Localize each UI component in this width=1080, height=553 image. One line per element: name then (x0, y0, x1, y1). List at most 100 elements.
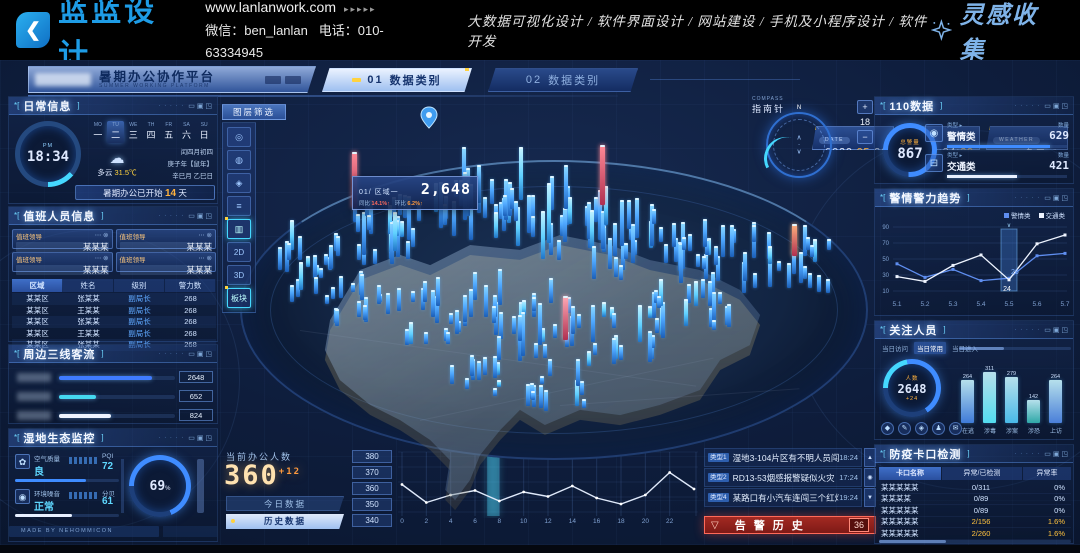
map-bar (768, 246, 772, 264)
checkpoint-row[interactable]: 某某某某某2/1561.6% (879, 517, 1071, 529)
target-icon[interactable]: ◈ (915, 422, 928, 435)
map-bar (411, 291, 415, 302)
layer-btn-signal[interactable]: ◍ (227, 150, 251, 170)
map-bar (357, 244, 361, 259)
table-row[interactable]: 某某区王某某副局长268 (12, 328, 216, 340)
map-bar (817, 275, 821, 292)
map-bar (518, 315, 522, 342)
table-row[interactable]: 某某区王某某副局长268 (12, 305, 216, 317)
checkpoint-row[interactable]: 某某某某某2/2601.6% (879, 528, 1071, 540)
panel-header-icons[interactable]: ▭ ▣ ◳ (188, 350, 212, 358)
panel-checkpoint: *[防疫卡口检测]· · · · ·▭ ▣ ◳ 卡口名称异常/已检测异常率 某某… (874, 444, 1074, 544)
duty-card[interactable]: 值班领导⋯ ⊗某某某 (12, 252, 113, 272)
flow-value: 2648 (179, 371, 213, 383)
layer-btn-3D[interactable]: 3D (227, 265, 251, 285)
map-pin-icon[interactable] (420, 106, 438, 130)
map-bar (619, 345, 623, 360)
checkpoint-scrollbar[interactable] (879, 540, 1071, 543)
tab-data-category-1[interactable]: 01数据类别 (322, 68, 472, 92)
panel-header-icons[interactable]: ▭ ▣ ◳ (1044, 326, 1068, 334)
tab-data-category-2[interactable]: 02数据类别 (488, 68, 638, 92)
map-bar (290, 285, 294, 302)
pawn-icon[interactable]: ♟ (932, 422, 945, 435)
history-data-button[interactable]: 历史数据 (226, 514, 344, 529)
warning-triangle-icon: ▽ (711, 520, 719, 531)
inspiration-collect[interactable]: 灵感收集 (931, 0, 1058, 65)
x-tick: 12 (541, 518, 555, 525)
layer-btn-板块[interactable]: 板块 (227, 288, 251, 308)
column-header[interactable]: 卡口名称 (879, 467, 941, 480)
map-bar (620, 200, 624, 245)
focus-tab[interactable]: 当日常用 (914, 342, 946, 354)
layer-btn-2D[interactable]: 2D (227, 242, 251, 262)
duty-card[interactable]: 值班领导⋯ ⊗某某某 (116, 229, 217, 249)
map-bar (635, 198, 639, 238)
zoom-in-button[interactable]: + (857, 100, 873, 114)
column-header[interactable]: 异常率 (1023, 467, 1071, 480)
focus-scrollbar[interactable] (959, 347, 1071, 350)
column-header[interactable]: 姓名 (63, 279, 114, 292)
noise-meter (69, 492, 99, 499)
map-bar (455, 310, 459, 334)
layer-btn-chart[interactable]: ▥ (227, 219, 251, 239)
alert-count-badge: 36 (849, 518, 869, 532)
map-bar (400, 221, 404, 237)
map-bar (563, 208, 567, 243)
checkpoint-row[interactable]: 某某某某0/890% (879, 494, 1071, 506)
table-row[interactable]: 某某区张某某副局长268 (12, 293, 216, 305)
alert-history-banner[interactable]: ▽ 告警历史 36 (704, 516, 876, 534)
contact-block: www.lanlanwork.com▸▸▸▸▸ 微信：ben_lanlan 电话… (205, 0, 429, 64)
map-bar (612, 338, 616, 364)
today-data-button[interactable]: 今日数据 (226, 496, 344, 511)
alert-row[interactable]: 类型4某路口有小汽车连闯三个红灯19:24 (704, 488, 862, 507)
map-bar (498, 269, 502, 305)
checkpoint-row[interactable]: 某某某某某0/890% (879, 505, 1071, 517)
slider-track[interactable] (121, 459, 124, 513)
slider-thumb[interactable] (197, 459, 204, 513)
edit-icon[interactable]: ✎ (898, 422, 911, 435)
map-bar (712, 292, 716, 322)
panel-header-icons[interactable]: ▭ ▣ ◳ (188, 434, 212, 442)
title-chips (265, 76, 301, 84)
panel-header-icons[interactable]: ▭ ▣ ◳ (1044, 194, 1068, 202)
checkpoint-table-body: 某某某某某0/3110%某某某某0/890%某某某某某0/890%某某某某某2/… (879, 482, 1071, 540)
eco-gauge: 69% (129, 455, 191, 517)
flow-row: 2648 (9, 371, 219, 385)
x-tick: 4 (444, 518, 458, 525)
gem-icon[interactable]: ◆ (881, 422, 894, 435)
map-bar (497, 336, 501, 360)
svg-text:90: 90 (882, 225, 889, 231)
map-bar (514, 201, 518, 221)
column-header[interactable]: 异常/已检测 (942, 467, 1022, 480)
made-by-note: MADE BY NEHOMMICON (9, 526, 159, 537)
focus-tab[interactable]: 当日访问 (879, 342, 911, 354)
column-header[interactable]: 区域 (12, 279, 63, 292)
map-bar (483, 197, 487, 218)
zoom-out-button[interactable]: − (857, 130, 873, 144)
focus-bar-category: 涉案 (1001, 426, 1023, 435)
alert-time: 18:24 (839, 453, 858, 462)
map-bar (494, 212, 498, 238)
panel-header-icons[interactable]: ▭ ▣ ◳ (1044, 450, 1068, 458)
layer-btn-target[interactable]: ◈ (227, 173, 251, 193)
duty-card[interactable]: 值班领导⋯ ⊗某某某 (116, 252, 217, 272)
map-bar (362, 212, 366, 255)
column-header[interactable]: 警力数 (165, 279, 216, 292)
map-bar (813, 239, 817, 263)
layer-btn-list[interactable]: ≡ (227, 196, 251, 216)
map-bar (708, 281, 712, 306)
column-header[interactable]: 级别 (114, 279, 165, 292)
website-link[interactable]: www.lanlanwork.com (205, 0, 336, 15)
panel-header-icons[interactable]: ▭ ▣ ◳ (188, 212, 212, 220)
panel-header-icons[interactable]: ▭ ▣ ◳ (1044, 102, 1068, 110)
map-bar (727, 304, 731, 326)
compass-dial[interactable]: N ∧·∨ (766, 112, 832, 178)
table-row[interactable]: 某某区张某某副局长268 (12, 316, 216, 328)
top-banner: ❮ 蓝蓝设计 www.lanlanwork.com▸▸▸▸▸ 微信：ben_la… (0, 0, 1080, 60)
duty-card[interactable]: 值班领导⋯ ⊗某某某 (12, 229, 113, 249)
layer-btn-camera[interactable]: ◎ (227, 127, 251, 147)
checkpoint-row[interactable]: 某某某某某0/3110% (879, 482, 1071, 494)
panel-header-icons[interactable]: ▭ ▣ ◳ (188, 102, 212, 110)
alert-row[interactable]: 类型2RD13-53烟感报警疑似火灾17:24 (704, 468, 862, 487)
alert-row[interactable]: 类型1湿地3-104片区有不明人员闯入18:24 (704, 448, 862, 467)
